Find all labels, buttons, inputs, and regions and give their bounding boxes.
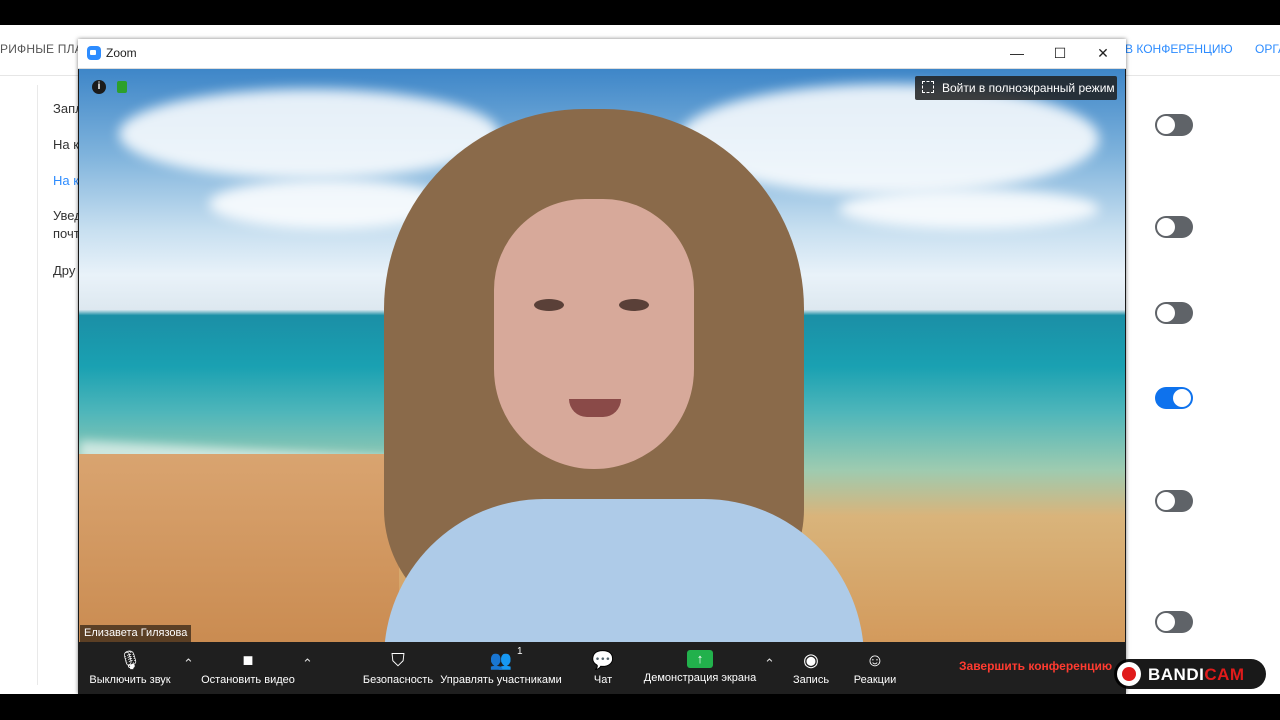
participant-video [364, 109, 864, 642]
participants-icon: 👥 [489, 650, 513, 670]
stop-video-label: Остановить видео [201, 674, 295, 686]
meeting-info-icon[interactable]: i [92, 80, 106, 94]
share-options-chevron-icon[interactable]: ⌃ [764, 656, 775, 672]
record-icon: ◉ [803, 650, 819, 670]
eye [619, 299, 649, 311]
zoom-logo-icon [87, 46, 101, 60]
record-dot-icon [1117, 662, 1141, 686]
record-button[interactable]: ◉ Запись [786, 642, 836, 694]
participants-count: 1 [517, 646, 523, 657]
shield-icon: ⛉ [391, 650, 405, 670]
end-meeting-button[interactable]: Завершить конференцию [959, 659, 1112, 673]
share-screen-button[interactable]: ↑ Демонстрация экрана [640, 642, 760, 694]
encryption-shield-icon[interactable] [117, 81, 127, 93]
microphone-icon: 🎙 [118, 650, 142, 670]
share-screen-icon: ↑ [687, 650, 713, 668]
bandicam-logo-text: BANDICAM [1148, 665, 1245, 684]
mute-label: Выключить звук [89, 674, 171, 686]
setting-label: На к [53, 137, 79, 152]
setting-label: Запл [53, 101, 79, 116]
fullscreen-icon [922, 81, 934, 93]
letterbox-top [0, 0, 1280, 25]
setting-toggle[interactable] [1155, 611, 1193, 633]
mute-button[interactable]: 🎙 Выключить звук [82, 642, 178, 694]
fullscreen-button[interactable]: Войти в полноэкранный режим [915, 76, 1117, 100]
person-face [494, 199, 694, 469]
video-options-chevron-icon[interactable]: ⌃ [302, 656, 313, 672]
chat-button[interactable]: 💬 Чат [578, 642, 628, 694]
setting-toggle[interactable] [1155, 387, 1193, 409]
setting-toggle[interactable] [1155, 490, 1193, 512]
reactions-label: Реакции [853, 674, 897, 686]
window-title: Zoom [106, 46, 137, 60]
maximize-button[interactable]: ☐ [1038, 39, 1082, 68]
reactions-button[interactable]: ☺ Реакции [848, 642, 902, 694]
stop-video-button[interactable]: ■ Остановить видео [200, 642, 296, 694]
security-button[interactable]: ⛉ Безопасность [362, 642, 434, 694]
security-label: Безопасность [362, 674, 434, 686]
camera-icon: ■ [242, 650, 254, 670]
sidebar-divider [37, 85, 38, 685]
setting-toggle[interactable] [1155, 302, 1193, 324]
reactions-icon: ☺ [865, 650, 885, 670]
close-button[interactable]: ✕ [1081, 39, 1125, 68]
letterbox-bottom [0, 694, 1280, 720]
setting-toggle[interactable] [1155, 216, 1193, 238]
audio-options-chevron-icon[interactable]: ⌃ [183, 656, 194, 672]
participant-name-tag: Елизавета Гилязова [80, 625, 192, 642]
fullscreen-label: Войти в полноэкранный режим [942, 81, 1115, 95]
nav-link-host[interactable]: ОРГА [1255, 42, 1280, 56]
share-screen-label: Демонстрация экрана [643, 672, 757, 684]
setting-toggle[interactable] [1155, 114, 1193, 136]
cloud [839, 189, 1099, 229]
record-label: Запись [792, 674, 830, 686]
nav-link-join-meeting[interactable]: В КОНФЕРЕНЦИЮ [1125, 42, 1233, 56]
setting-label: Дру [53, 263, 76, 278]
bandicam-watermark: BANDICAM [1114, 659, 1266, 689]
zoom-meeting-window: Zoom — ☐ ✕ i Войти в полноэкранный режим… [78, 39, 1126, 694]
mouth [569, 399, 621, 417]
chat-label: Чат [593, 674, 613, 686]
setting-label[interactable]: На к [53, 173, 79, 188]
participants-label: Управлять участниками [440, 674, 562, 686]
manage-participants-button[interactable]: 👥 Управлять участниками [438, 642, 564, 694]
setting-label: Увед [53, 208, 79, 223]
minimize-button[interactable]: — [995, 39, 1039, 68]
chat-icon: 💬 [591, 650, 615, 670]
window-titlebar: Zoom — ☐ ✕ [78, 39, 1126, 69]
meeting-toolbar: 🎙 Выключить звук ⌃ ■ Остановить видео ⌃ … [78, 642, 1126, 694]
eye [534, 299, 564, 311]
beach-sand [79, 454, 399, 642]
setting-label: почт [53, 226, 79, 241]
video-feed: i Войти в полноэкранный режим Елизавета … [79, 69, 1125, 642]
